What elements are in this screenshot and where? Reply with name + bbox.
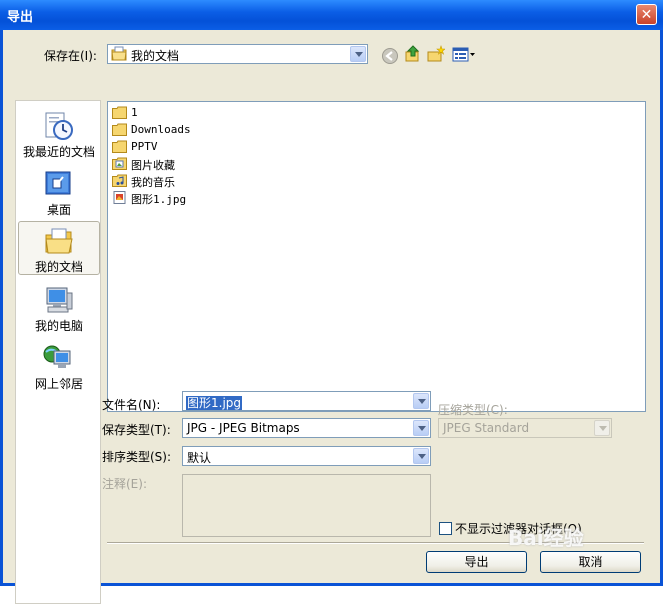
close-button[interactable]: ✕ <box>636 4 657 25</box>
save-in-label: 保存在(I): <box>44 49 97 63</box>
savetype-dropdown[interactable]: JPG - JPEG Bitmaps <box>182 418 431 438</box>
save-in-dropdown[interactable]: 我的文档 <box>107 44 368 64</box>
back-arrow-icon[interactable] <box>381 47 399 65</box>
compression-dropdown: JPEG Standard <box>438 418 612 438</box>
title-bar[interactable]: 导出 ✕ <box>0 0 663 30</box>
new-folder-icon[interactable] <box>427 45 445 63</box>
compression-value: JPEG Standard <box>443 421 530 435</box>
folder-icon <box>112 140 127 153</box>
chevron-down-icon <box>594 420 610 436</box>
desktop-icon <box>45 171 71 195</box>
place-recent-documents[interactable]: 我最近的文档 <box>18 107 100 161</box>
my-documents-icon <box>45 228 73 254</box>
file-name: 1 <box>131 106 138 119</box>
export-dialog-window: 导出 ✕ 保存在(I): 我的文档 我最近的文档 桌面 我的文档 我的电脑 网上… <box>0 0 663 604</box>
network-places-icon <box>43 345 71 368</box>
filename-label: 文件名(N): <box>102 398 161 412</box>
place-label: 我最近的文档 <box>22 145 95 159</box>
folder-icon <box>112 106 127 119</box>
sorttype-dropdown[interactable]: 默认 <box>182 446 431 466</box>
compression-label: 压缩类型(C): <box>438 403 508 417</box>
file-name: 图形1.jpg <box>131 193 187 206</box>
recent-documents-icon <box>45 112 73 140</box>
place-my-documents[interactable]: 我的文档 <box>18 221 100 275</box>
window-title: 导出 <box>7 10 34 25</box>
up-folder-icon[interactable] <box>404 45 422 63</box>
chevron-down-icon[interactable] <box>413 393 429 409</box>
save-in-value: 我的文档 <box>131 49 180 63</box>
chevron-down-icon[interactable] <box>413 420 429 436</box>
folder-icon <box>112 123 127 136</box>
file-name: 我的音乐 <box>131 176 175 189</box>
filename-value: 图形1.jpg <box>186 396 243 410</box>
place-network[interactable]: 网上邻居 <box>18 339 100 393</box>
my-computer-icon <box>46 287 73 313</box>
comment-label: 注释(E): <box>102 477 147 491</box>
place-desktop[interactable]: 桌面 <box>18 165 100 219</box>
places-bar: 我最近的文档 桌面 我的文档 我的电脑 网上邻居 <box>15 100 101 604</box>
cancel-button[interactable]: 取消 <box>540 551 641 573</box>
file-list[interactable]: 1 Downloads PPTV 图片收藏 我的音乐 图形1.jpg <box>107 101 646 412</box>
savetype-value: JPG - JPEG Bitmaps <box>187 421 300 435</box>
file-name: 图片收藏 <box>131 159 175 172</box>
sorttype-label: 排序类型(S): <box>102 450 172 464</box>
place-label: 桌面 <box>46 203 71 217</box>
place-my-computer[interactable]: 我的电脑 <box>18 281 100 335</box>
dialog-body: 保存在(I): 我的文档 我最近的文档 桌面 我的文档 我的电脑 网上邻居 1 … <box>3 30 660 604</box>
file-name: PPTV <box>131 140 158 153</box>
filename-input[interactable]: 图形1.jpg <box>182 391 431 411</box>
music-folder-icon <box>112 174 127 187</box>
pictures-folder-icon <box>112 157 127 170</box>
no-filter-dialog-checkbox[interactable] <box>439 522 452 535</box>
jpg-file-icon <box>113 191 126 204</box>
my-documents-icon <box>111 46 127 61</box>
comment-textarea <box>182 474 431 537</box>
place-label: 我的文档 <box>34 260 83 274</box>
place-label: 网上邻居 <box>34 377 83 391</box>
savetype-label: 保存类型(T): <box>102 423 171 437</box>
chevron-down-icon[interactable] <box>350 46 366 62</box>
chevron-down-icon[interactable] <box>413 448 429 464</box>
baidu-watermark: Bai经验 <box>508 526 584 550</box>
place-label: 我的电脑 <box>34 319 83 333</box>
views-menu-icon[interactable] <box>452 46 476 64</box>
sorttype-value: 默认 <box>187 451 212 465</box>
file-name: Downloads <box>131 123 191 136</box>
export-button[interactable]: 导出 <box>426 551 527 573</box>
